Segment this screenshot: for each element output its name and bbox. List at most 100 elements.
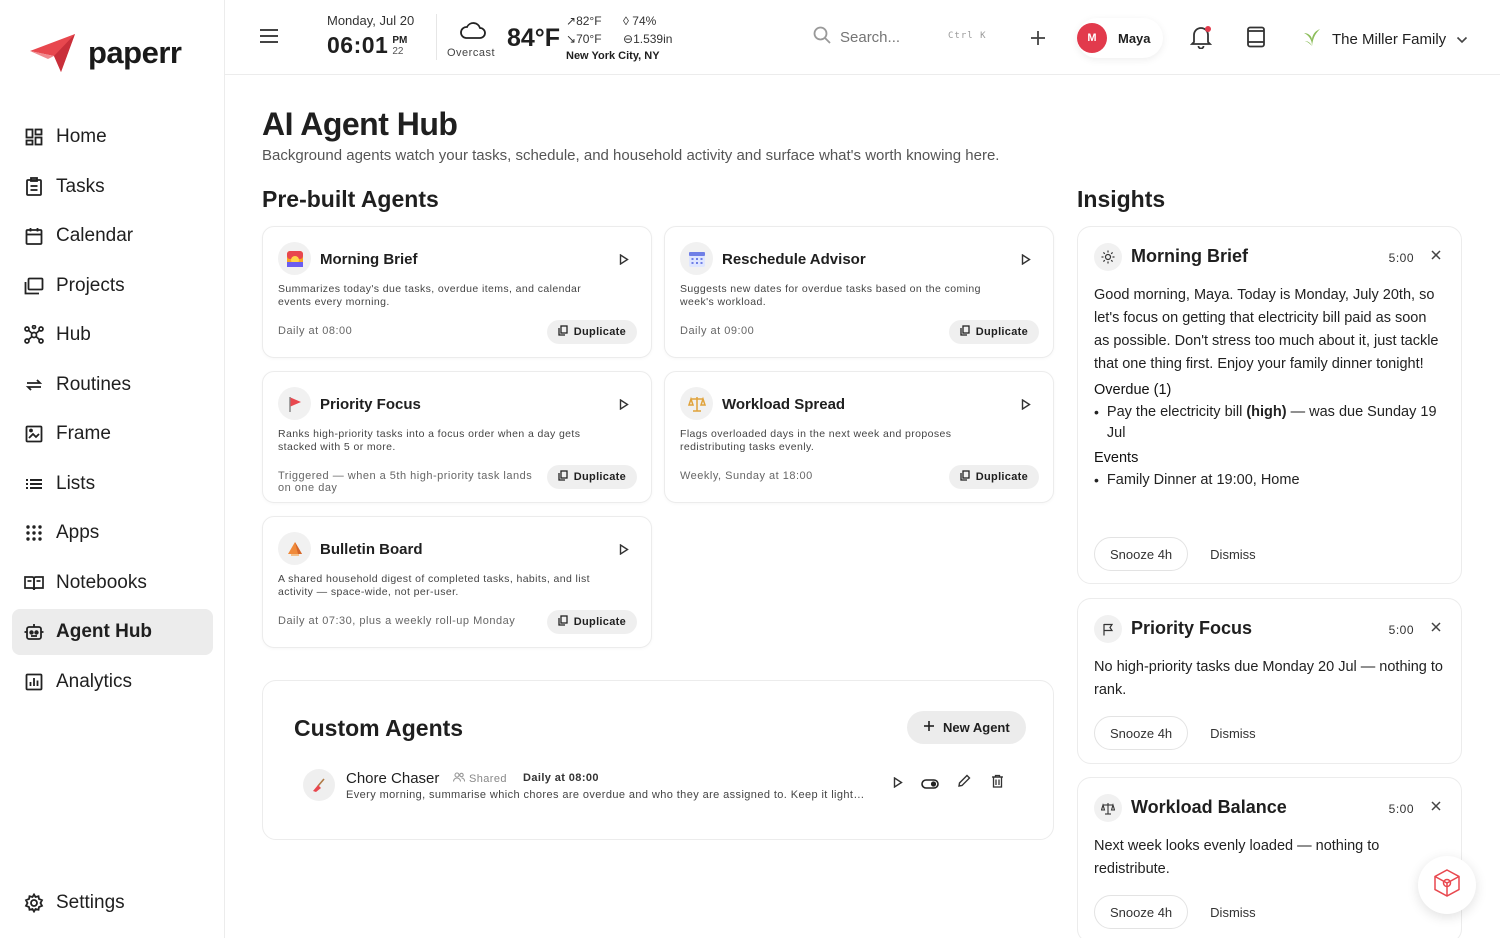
duplicate-button[interactable]: Duplicate: [948, 320, 1039, 344]
sidebar-item-hub[interactable]: Hub: [12, 312, 213, 358]
search-input[interactable]: [840, 29, 930, 46]
sun-icon: [1094, 243, 1122, 271]
sidebar-item-agent-hub[interactable]: Agent Hub: [12, 609, 213, 655]
agent-description: Flags overloaded days in the next week a…: [680, 428, 952, 453]
sidebar-item-frame[interactable]: Frame: [12, 411, 213, 457]
sidebar-item-analytics[interactable]: Analytics: [12, 659, 213, 705]
user-menu[interactable]: M Maya: [1077, 18, 1163, 58]
ai-assistant-fab[interactable]: [1418, 856, 1476, 914]
sidebar-item-label: Routines: [56, 373, 131, 395]
agent-card-priority-focus[interactable]: Priority Focus Ranks high-priority tasks…: [262, 371, 652, 503]
sidebar-item-notebooks[interactable]: Notebooks: [12, 560, 213, 606]
tablet-icon[interactable]: [1246, 26, 1266, 53]
custom-agents-heading: Custom Agents: [294, 715, 464, 741]
sidebar-item-label: Analytics: [56, 670, 133, 692]
insight-time: 5:00: [1388, 251, 1414, 265]
people-icon: [452, 772, 466, 785]
agent-card-morning-brief[interactable]: Morning Brief Summarizes today's due tas…: [262, 226, 652, 358]
insight-title: Morning Brief: [1131, 246, 1248, 266]
sidebar-item-calendar[interactable]: Calendar: [12, 213, 213, 259]
sidebar-item-label: Tasks: [56, 175, 105, 197]
duplicate-button[interactable]: Duplicate: [546, 465, 637, 489]
agent-card-workload-spread[interactable]: Workload Spread Flags overloaded days in…: [664, 371, 1054, 503]
page-title: AI Agent Hub: [262, 106, 458, 142]
play-icon[interactable]: [893, 775, 903, 793]
play-icon[interactable]: [1021, 252, 1031, 270]
dismiss-button[interactable]: Dismiss: [1210, 547, 1256, 562]
sidebar-item-tasks[interactable]: Tasks: [12, 164, 213, 210]
close-icon[interactable]: [1431, 798, 1441, 816]
play-icon[interactable]: [619, 397, 629, 415]
agent-title: Priority Focus: [320, 396, 421, 413]
cube-icon: [1432, 868, 1462, 903]
sidebar-item-label: Frame: [56, 423, 111, 444]
snooze-button[interactable]: Snooze 4h: [1094, 537, 1189, 571]
close-icon[interactable]: [1431, 619, 1441, 637]
search-box[interactable]: [813, 26, 930, 49]
agent-hub-icon: [24, 622, 44, 642]
divider: [436, 14, 437, 60]
sidebar-item-apps[interactable]: Apps: [12, 510, 213, 556]
copy-icon: [558, 615, 568, 629]
sidebar-item-routines[interactable]: Routines: [12, 362, 213, 408]
sidebar-nav: Home Tasks Calendar Projects Hub Routine…: [12, 114, 213, 708]
play-icon[interactable]: [619, 542, 629, 560]
sidebar-item-label: Notebooks: [56, 571, 147, 593]
sidebar-item-label: Hub: [56, 324, 91, 345]
duplicate-button[interactable]: Duplicate: [546, 610, 637, 634]
routines-icon: [24, 375, 44, 395]
copy-icon: [960, 470, 970, 484]
sidebar-item-home[interactable]: Home: [12, 114, 213, 160]
close-icon[interactable]: [1431, 247, 1441, 265]
search-shortcut: Ctrl K: [948, 31, 987, 41]
sidebar-item-lists[interactable]: Lists: [12, 461, 213, 507]
snooze-button[interactable]: Snooze 4h: [1094, 895, 1189, 929]
duplicate-label: Duplicate: [573, 326, 626, 338]
temperature: 84°F: [507, 24, 561, 52]
family-switcher[interactable]: The Miller Family: [1302, 27, 1468, 51]
insight-actions: Snooze 4h Dismiss: [1094, 537, 1256, 571]
new-agent-label: New Agent: [943, 720, 1010, 735]
add-icon[interactable]: [1030, 25, 1046, 53]
sidebar-item-projects[interactable]: Projects: [12, 263, 213, 309]
duplicate-label: Duplicate: [573, 471, 626, 483]
trend-down-icon: ↘: [566, 32, 577, 46]
duplicate-button[interactable]: Duplicate: [948, 465, 1039, 489]
agent-card-bulletin-board[interactable]: Bulletin Board A shared household digest…: [262, 516, 652, 648]
calendar-grid-icon: [680, 242, 713, 275]
insights-heading: Insights: [1077, 186, 1166, 212]
page-subtitle: Background agents watch your tasks, sche…: [262, 147, 1000, 164]
dismiss-button[interactable]: Dismiss: [1210, 726, 1256, 741]
duplicate-label: Duplicate: [975, 471, 1028, 483]
sidebar-settings-wrap: Settings: [12, 880, 213, 930]
insight-text: Good morning, Maya. Today is Monday, Jul…: [1094, 287, 1439, 372]
agent-description: A shared household digest of completed t…: [278, 573, 590, 598]
edit-pencil-icon[interactable]: [957, 774, 971, 793]
trend-up-icon: ↗: [566, 14, 577, 28]
sidebar-item-settings[interactable]: Settings: [12, 880, 213, 926]
dismiss-button[interactable]: Dismiss: [1210, 905, 1256, 920]
agent-card-reschedule-advisor[interactable]: Reschedule Advisor Suggests new dates fo…: [664, 226, 1054, 358]
toggle-icon[interactable]: [921, 776, 939, 794]
balance-scale-icon: [680, 387, 713, 420]
custom-agent-row[interactable]: Chore Chaser Shared Daily at 08:00 Every…: [303, 767, 1023, 805]
logo[interactable]: paperr: [28, 32, 182, 74]
duplicate-label: Duplicate: [573, 616, 626, 628]
new-agent-button[interactable]: New Agent: [907, 711, 1026, 744]
agent-title: Morning Brief: [320, 251, 418, 268]
topbar: Monday, Jul 20 06:01 PM 22 Overcast 84°F…: [225, 0, 1500, 75]
bell-icon[interactable]: [1189, 25, 1213, 54]
scale-icon: [1094, 794, 1122, 822]
agent-title: Workload Spread: [722, 396, 846, 413]
hamburger-menu-icon[interactable]: [259, 28, 279, 49]
insight-actions: Snooze 4h Dismiss: [1094, 716, 1256, 750]
trash-icon[interactable]: [991, 774, 1004, 793]
events-heading: Events: [1094, 450, 1139, 466]
snooze-button[interactable]: Snooze 4h: [1094, 716, 1189, 750]
play-icon[interactable]: [619, 252, 629, 270]
agent-title: Bulletin Board: [320, 541, 423, 558]
play-icon[interactable]: [1021, 397, 1031, 415]
temp-high: ↗82°F: [566, 14, 602, 28]
custom-agent-name: Chore Chaser: [346, 770, 440, 787]
duplicate-button[interactable]: Duplicate: [546, 320, 637, 344]
